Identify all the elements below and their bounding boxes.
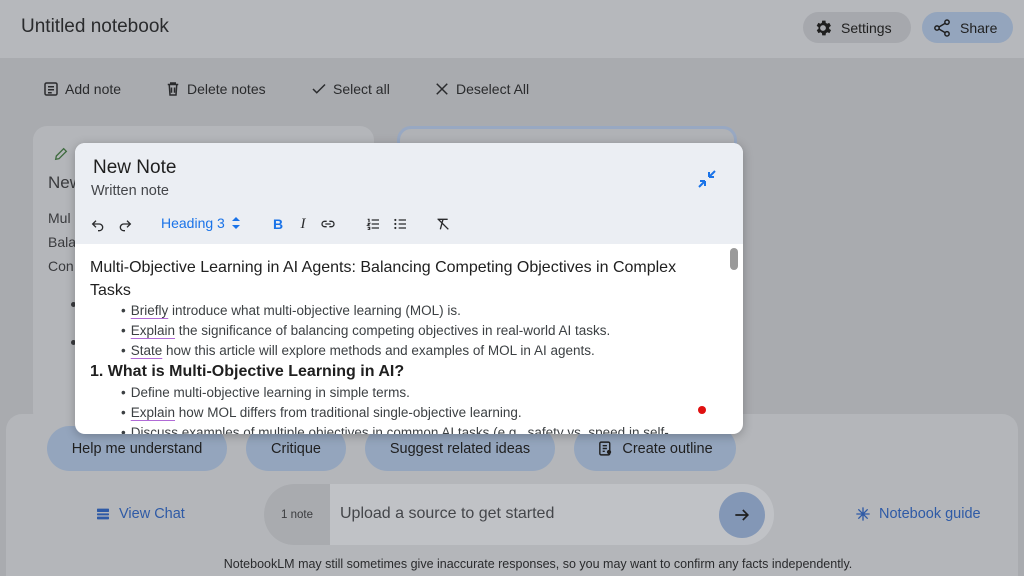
link-icon xyxy=(321,220,335,228)
chip-label: Critique xyxy=(271,440,321,457)
chat-input-box: 1 note xyxy=(264,484,774,545)
note-card-line: Mul xyxy=(48,210,71,226)
chip-label: Suggest related ideas xyxy=(389,440,531,457)
collapse-icon[interactable] xyxy=(695,167,719,191)
top-bar: Untitled notebook Settings Share xyxy=(0,0,1024,58)
link-button[interactable] xyxy=(318,213,338,235)
bulleted-list-icon xyxy=(394,218,406,230)
modal-header: New Note Written note Heading 3 B I xyxy=(75,143,743,244)
clear-format-icon xyxy=(437,218,449,230)
add-note-button[interactable]: Add note xyxy=(42,80,121,98)
share-label: Share xyxy=(960,19,998,36)
share-button[interactable]: Share xyxy=(922,12,1013,43)
undo-button[interactable] xyxy=(89,213,107,235)
settings-label: Settings xyxy=(841,19,892,36)
list-item-text: Discuss examples of multiple objectives … xyxy=(130,425,669,434)
redo-button[interactable] xyxy=(116,213,134,235)
view-chat-label: View Chat xyxy=(119,506,185,522)
doc-section-heading: 1. What is Multi-Objective Learning in A… xyxy=(90,363,405,380)
scrollbar-thumb[interactable] xyxy=(730,248,738,270)
list-item-text: the significance of balancing competing … xyxy=(175,323,611,338)
send-button[interactable] xyxy=(719,492,765,538)
undo-icon xyxy=(91,220,104,232)
bulleted-list-button[interactable] xyxy=(391,213,409,235)
select-all-label: Select all xyxy=(333,81,390,97)
bold-button[interactable]: B xyxy=(270,213,286,235)
close-icon xyxy=(436,83,448,95)
settings-button[interactable]: Settings xyxy=(803,12,911,43)
share-icon xyxy=(934,18,950,37)
numbered-list-button[interactable] xyxy=(364,213,382,235)
gear-icon xyxy=(816,20,832,35)
delete-notes-label: Delete notes xyxy=(187,81,266,97)
note-editor-modal: New Note Written note Heading 3 B I Mult… xyxy=(75,143,743,434)
list-item: Explain the significance of balancing co… xyxy=(121,323,611,338)
deselect-all-button[interactable]: Deselect All xyxy=(433,80,529,98)
list-item-text: how this article will explore methods an… xyxy=(162,343,595,358)
source-count-badge[interactable]: 1 note xyxy=(264,484,330,545)
list-item: Briefly introduce what multi-objective l… xyxy=(121,303,461,318)
list-item-verb: Explain xyxy=(130,405,176,420)
cursor-dot xyxy=(698,406,706,414)
clear-format-button[interactable] xyxy=(434,213,452,235)
pencil-icon xyxy=(54,147,68,161)
heading-style-select[interactable]: Heading 3 xyxy=(161,215,241,231)
list-item-verb: State xyxy=(130,343,163,358)
notebook-title[interactable]: Untitled notebook xyxy=(21,16,169,38)
notebook-guide-label: Notebook guide xyxy=(879,506,981,522)
note-add-icon xyxy=(44,82,58,96)
sparkle-icon xyxy=(856,507,870,521)
add-note-label: Add note xyxy=(65,81,122,97)
note-title[interactable]: New Note xyxy=(93,157,176,179)
chat-icon xyxy=(97,508,109,520)
select-all-button[interactable]: Select all xyxy=(310,80,390,98)
delete-notes-button[interactable]: Delete notes xyxy=(164,80,266,98)
numbered-list-icon xyxy=(366,218,379,230)
note-card-line: Bala xyxy=(48,234,77,250)
disclaimer-text: NotebookLM may still sometimes give inac… xyxy=(223,557,853,571)
note-card-line: Con xyxy=(48,258,74,274)
trash-icon xyxy=(167,82,179,96)
view-chat-button[interactable]: View Chat xyxy=(95,506,185,522)
note-subtitle: Written note xyxy=(91,183,169,199)
notebook-guide-button[interactable]: Notebook guide xyxy=(855,506,981,522)
redo-icon xyxy=(119,220,132,232)
notes-toolbar: Add note Delete notes Select all Deselec… xyxy=(0,58,1024,120)
check-icon xyxy=(312,83,326,94)
doc-heading: Multi-Objective Learning in AI Agents: B… xyxy=(90,259,677,299)
list-item: Define multi-objective learning in simpl… xyxy=(121,385,410,400)
italic-button[interactable]: I xyxy=(295,213,311,235)
format-toolbar: Heading 3 B I xyxy=(89,213,729,235)
outline-doc-icon xyxy=(599,441,612,456)
list-item: Discuss examples of multiple objectives … xyxy=(121,425,669,434)
list-item-verb: Explain xyxy=(130,323,176,338)
list-item-text: introduce what multi-objective learning … xyxy=(168,303,461,318)
note-editor-body[interactable]: Multi-Objective Learning in AI Agents: B… xyxy=(75,244,743,434)
arrow-right-icon xyxy=(735,509,750,521)
list-item-text: Define multi-objective learning in simpl… xyxy=(130,385,410,400)
list-item: State how this article will explore meth… xyxy=(121,343,595,358)
heading-style-value: Heading 3 xyxy=(161,215,225,231)
list-item-text: how MOL differs from traditional single-… xyxy=(175,405,522,420)
deselect-all-label: Deselect All xyxy=(456,81,530,97)
chat-input[interactable] xyxy=(340,502,710,526)
list-item-verb: Briefly xyxy=(130,303,169,318)
list-item: Explain how MOL differs from traditional… xyxy=(121,405,522,420)
chip-label: Create outline xyxy=(622,440,713,457)
chip-label: Help me understand xyxy=(71,440,203,457)
chevron-up-down-icon xyxy=(231,217,240,229)
